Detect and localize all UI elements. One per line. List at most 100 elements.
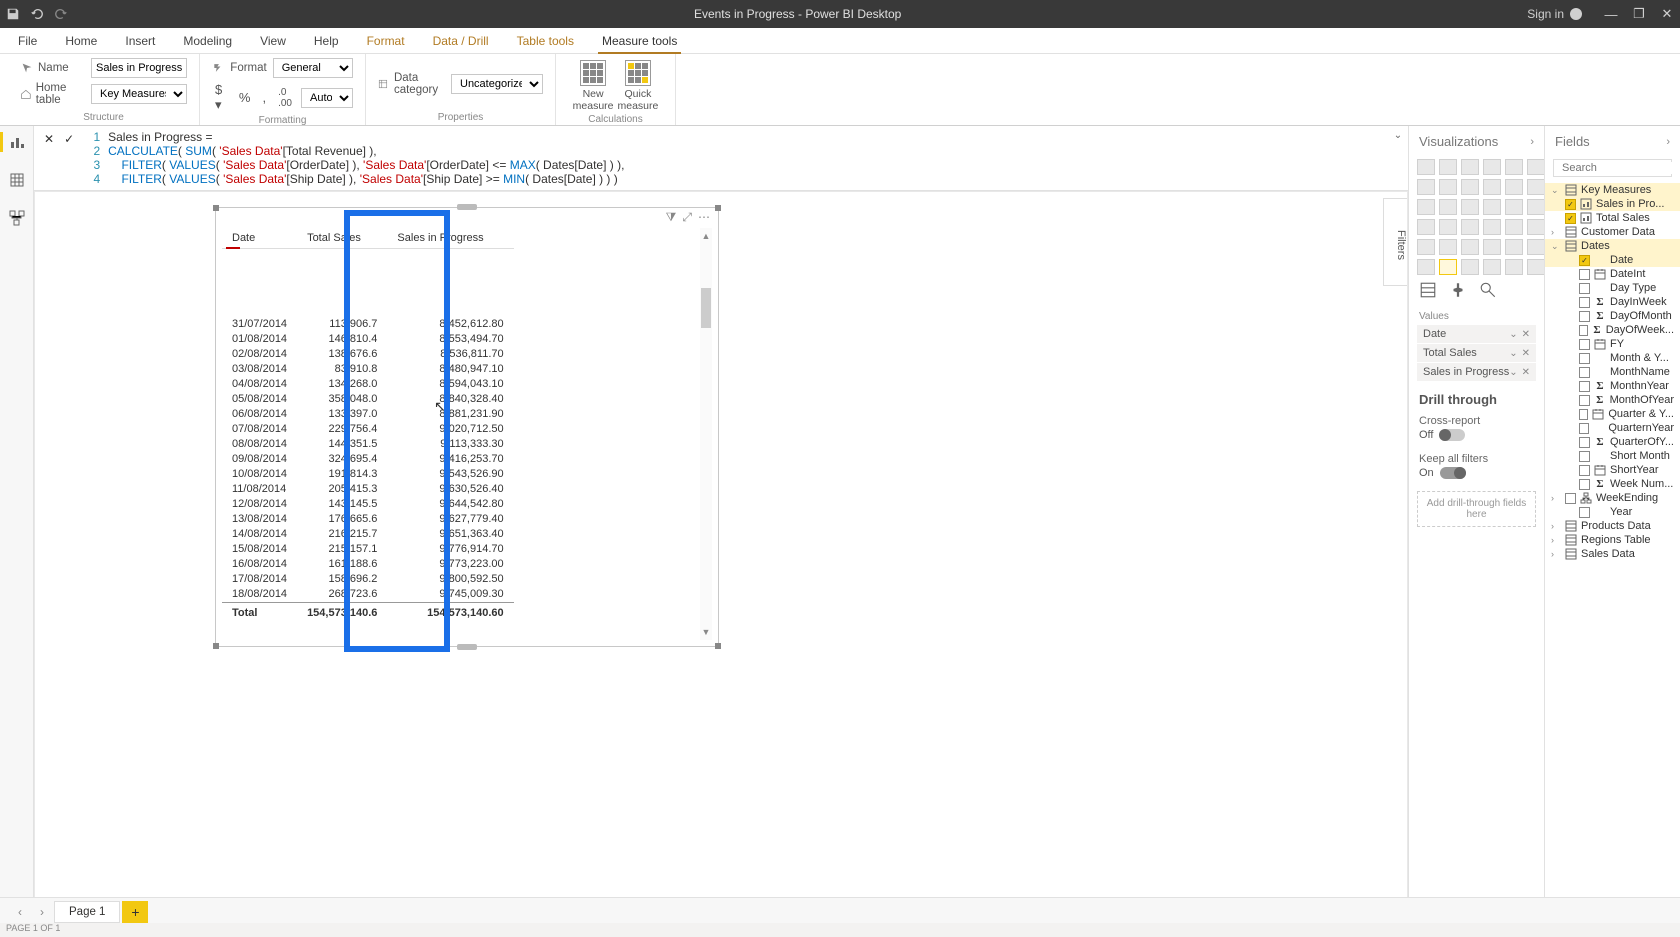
remove-field-icon[interactable]: ✕: [1522, 329, 1530, 340]
collapse-icon[interactable]: ›: [1666, 136, 1670, 148]
data-view-icon[interactable]: [7, 170, 27, 190]
focus-mode-icon[interactable]: ⤢: [682, 210, 692, 225]
checkbox-icon[interactable]: [1579, 297, 1590, 308]
checkbox-icon[interactable]: [1579, 311, 1590, 322]
checkbox-icon[interactable]: [1579, 465, 1590, 476]
viz-type-icon[interactable]: [1527, 159, 1545, 175]
viz-type-icon[interactable]: [1417, 239, 1435, 255]
viz-type-icon[interactable]: [1461, 259, 1479, 275]
viz-type-icon[interactable]: [1439, 199, 1457, 215]
prev-page-icon[interactable]: ‹: [10, 905, 30, 919]
viz-type-icon[interactable]: [1505, 199, 1523, 215]
viz-type-icon[interactable]: [1505, 239, 1523, 255]
checkbox-icon[interactable]: [1579, 269, 1590, 280]
column-header-date[interactable]: Date: [222, 228, 297, 249]
table-products-data[interactable]: ›Products Data: [1545, 519, 1680, 533]
field-item[interactable]: Short Month: [1545, 449, 1680, 463]
chevron-down-icon[interactable]: ⌄: [1509, 367, 1517, 378]
field-item[interactable]: ΣMonthOfYear: [1545, 393, 1680, 407]
formula-commit-icon[interactable]: ✓: [64, 132, 74, 146]
measure-name-input[interactable]: [91, 58, 187, 78]
home-table-select[interactable]: Key Measures: [91, 84, 187, 104]
viz-type-icon[interactable]: [1527, 179, 1545, 195]
checkbox-icon[interactable]: [1565, 213, 1576, 224]
add-page-button[interactable]: +: [122, 901, 148, 923]
checkbox-icon[interactable]: [1579, 283, 1590, 294]
checkbox-icon[interactable]: [1579, 507, 1590, 518]
resize-handle-icon[interactable]: [213, 643, 219, 649]
field-item[interactable]: Sales in Pro...: [1545, 197, 1680, 211]
search-input[interactable]: [1562, 162, 1680, 174]
ribbon-tab-home[interactable]: Home: [51, 28, 111, 53]
formula-editor[interactable]: 1Sales in Progress =2CALCULATE( SUM( 'Sa…: [84, 126, 1388, 190]
table-sales-data[interactable]: ›Sales Data: [1545, 547, 1680, 561]
ribbon-tab-format[interactable]: Format: [353, 28, 419, 53]
table-customer-data[interactable]: ›Customer Data: [1545, 225, 1680, 239]
field-item[interactable]: ShortYear: [1545, 463, 1680, 477]
vertical-scrollbar[interactable]: ▲ ▼: [700, 228, 712, 640]
chevron-down-icon[interactable]: ⌄: [1509, 329, 1517, 340]
column-header-sales-in-progress[interactable]: Sales in Progress: [387, 228, 513, 249]
table-key-measures[interactable]: ⌄Key Measures: [1545, 183, 1680, 197]
quick-measure-button[interactable]: Quick measure: [618, 58, 659, 112]
ribbon-tab-modeling[interactable]: Modeling: [169, 28, 246, 53]
field-well[interactable]: Sales in Progress⌄✕: [1417, 363, 1536, 381]
field-item[interactable]: ΣDayOfMonth: [1545, 309, 1680, 323]
viz-type-icon[interactable]: [1461, 159, 1479, 175]
comma-button[interactable]: ,: [259, 90, 269, 105]
checkbox-icon[interactable]: [1579, 479, 1590, 490]
viz-type-icon[interactable]: [1439, 239, 1457, 255]
field-item[interactable]: Year: [1545, 505, 1680, 519]
viz-type-icon[interactable]: [1439, 179, 1457, 195]
save-icon[interactable]: [6, 7, 20, 21]
viz-type-icon[interactable]: [1483, 199, 1501, 215]
chevron-down-icon[interactable]: ⌄: [1509, 348, 1517, 359]
viz-type-icon[interactable]: [1461, 219, 1479, 235]
percent-button[interactable]: %: [236, 90, 254, 105]
checkbox-icon[interactable]: [1579, 339, 1590, 350]
checkbox-icon[interactable]: [1579, 451, 1590, 462]
scroll-up-icon[interactable]: ▲: [700, 230, 712, 242]
maximize-icon[interactable]: ❐: [1632, 7, 1646, 21]
data-category-select[interactable]: Uncategorized: [451, 74, 543, 94]
more-options-icon[interactable]: ⋯: [698, 210, 710, 225]
table-dates[interactable]: ⌄Dates: [1545, 239, 1680, 253]
viz-type-icon[interactable]: [1527, 259, 1545, 275]
close-icon[interactable]: ✕: [1660, 7, 1674, 21]
drag-handle-icon[interactable]: [457, 204, 477, 210]
analytics-tab-icon[interactable]: [1479, 281, 1497, 299]
checkbox-icon[interactable]: [1579, 409, 1588, 420]
table-visual[interactable]: ⧩ ⤢ ⋯ Date Total Sales Sales in Progress: [215, 207, 719, 647]
field-item[interactable]: Month & Y...: [1545, 351, 1680, 365]
ribbon-tab-view[interactable]: View: [246, 28, 300, 53]
viz-type-icon[interactable]: [1505, 179, 1523, 195]
field-well[interactable]: Total Sales⌄✕: [1417, 344, 1536, 362]
new-measure-button[interactable]: New measure: [573, 58, 614, 112]
viz-type-icon[interactable]: [1505, 219, 1523, 235]
viz-type-icon[interactable]: [1461, 199, 1479, 215]
field-item[interactable]: MonthName: [1545, 365, 1680, 379]
viz-type-icon[interactable]: [1461, 179, 1479, 195]
ribbon-tab-measure-tools[interactable]: Measure tools: [588, 28, 691, 53]
field-item[interactable]: Day Type: [1545, 281, 1680, 295]
minimize-icon[interactable]: —: [1604, 7, 1618, 21]
filters-pane-tab[interactable]: Filters: [1383, 198, 1407, 286]
ribbon-tab-data-drill[interactable]: Data / Drill: [419, 28, 503, 53]
fields-tab-icon[interactable]: [1419, 281, 1437, 299]
collapse-icon[interactable]: ›: [1530, 136, 1534, 148]
scroll-down-icon[interactable]: ▼: [700, 626, 712, 638]
viz-type-icon[interactable]: [1483, 239, 1501, 255]
viz-type-icon[interactable]: [1461, 239, 1479, 255]
field-item[interactable]: FY: [1545, 337, 1680, 351]
viz-type-icon[interactable]: [1483, 179, 1501, 195]
checkbox-icon[interactable]: [1579, 325, 1588, 336]
column-header-total-sales[interactable]: Total Sales: [297, 228, 387, 249]
sign-in-button[interactable]: Sign in: [1527, 7, 1582, 21]
checkbox-icon[interactable]: [1579, 437, 1590, 448]
checkbox-icon[interactable]: [1579, 255, 1590, 266]
checkbox-icon[interactable]: [1579, 353, 1590, 364]
checkbox-icon[interactable]: [1579, 367, 1590, 378]
remove-field-icon[interactable]: ✕: [1522, 367, 1530, 378]
file-tab[interactable]: File: [4, 28, 51, 53]
visual-filter-icon[interactable]: ⧩: [666, 210, 677, 225]
